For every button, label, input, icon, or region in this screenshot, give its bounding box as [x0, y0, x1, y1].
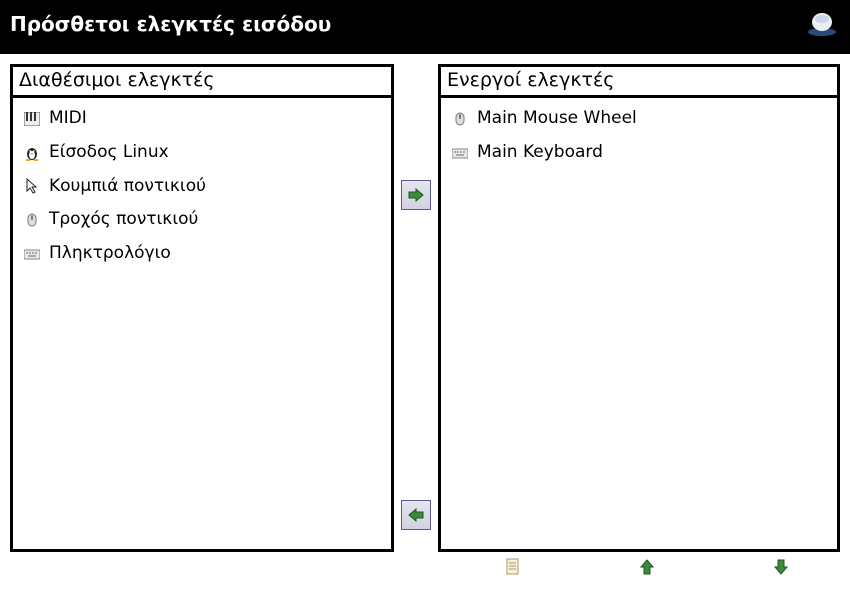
keyboard-icon [451, 144, 469, 162]
midi-icon [23, 110, 41, 128]
titlebar: Πρόσθετοι ελεγκτές εισόδου [0, 0, 850, 54]
list-item-label: Τροχός ποντικιού [49, 208, 198, 232]
active-panel: Ενεργοί ελεγκτές Main Mouse Wheel [438, 64, 840, 552]
move-up-button[interactable] [580, 559, 714, 575]
arrow-up-icon [640, 559, 654, 575]
bottom-toolbar [0, 552, 850, 582]
list-item[interactable]: Πληκτρολόγιο [17, 237, 387, 271]
list-item[interactable]: Τροχός ποντικιού [17, 203, 387, 237]
list-item-label: Main Keyboard [477, 141, 603, 165]
transfer-buttons [394, 64, 438, 552]
list-item[interactable]: Main Keyboard [445, 136, 833, 170]
wheel-icon [451, 110, 469, 128]
list-item[interactable]: Κουμπιά ποντικιού [17, 170, 387, 204]
available-header: Διαθέσιμοι ελεγκτές [13, 67, 391, 98]
list-item-label: MIDI [49, 107, 87, 131]
available-panel: Διαθέσιμοι ελεγκτές MIDI [10, 64, 394, 552]
list-item[interactable]: MIDI [17, 102, 387, 136]
list-item-label: Κουμπιά ποντικιού [49, 175, 206, 199]
active-list[interactable]: Main Mouse Wheel Main Keyboard [441, 98, 837, 549]
content-area: Διαθέσιμοι ελεγκτές MIDI [0, 54, 850, 552]
arrow-left-icon [408, 508, 424, 522]
active-header: Ενεργοί ελεγκτές [441, 67, 837, 98]
remove-button[interactable] [401, 500, 431, 530]
list-item-label: Πληκτρολόγιο [49, 242, 171, 266]
available-list[interactable]: MIDI Είσοδος Linux [13, 98, 391, 549]
add-button[interactable] [401, 180, 431, 210]
wheel-icon [23, 211, 41, 229]
move-down-button[interactable] [714, 559, 848, 575]
document-icon [505, 558, 521, 576]
arrow-right-icon [408, 188, 424, 202]
cursor-icon [23, 177, 41, 195]
list-item-label: Είσοδος Linux [49, 141, 169, 165]
list-item[interactable]: Είσοδος Linux [17, 136, 387, 170]
keyboard-icon [23, 245, 41, 263]
list-item[interactable]: Main Mouse Wheel [445, 102, 833, 136]
page-title: Πρόσθετοι ελεγκτές εισόδου [10, 12, 331, 36]
penguin-icon [23, 144, 41, 162]
device-hero-icon [804, 10, 840, 38]
arrow-down-icon [774, 559, 788, 575]
list-item-label: Main Mouse Wheel [477, 107, 637, 131]
configure-button[interactable] [446, 558, 580, 576]
